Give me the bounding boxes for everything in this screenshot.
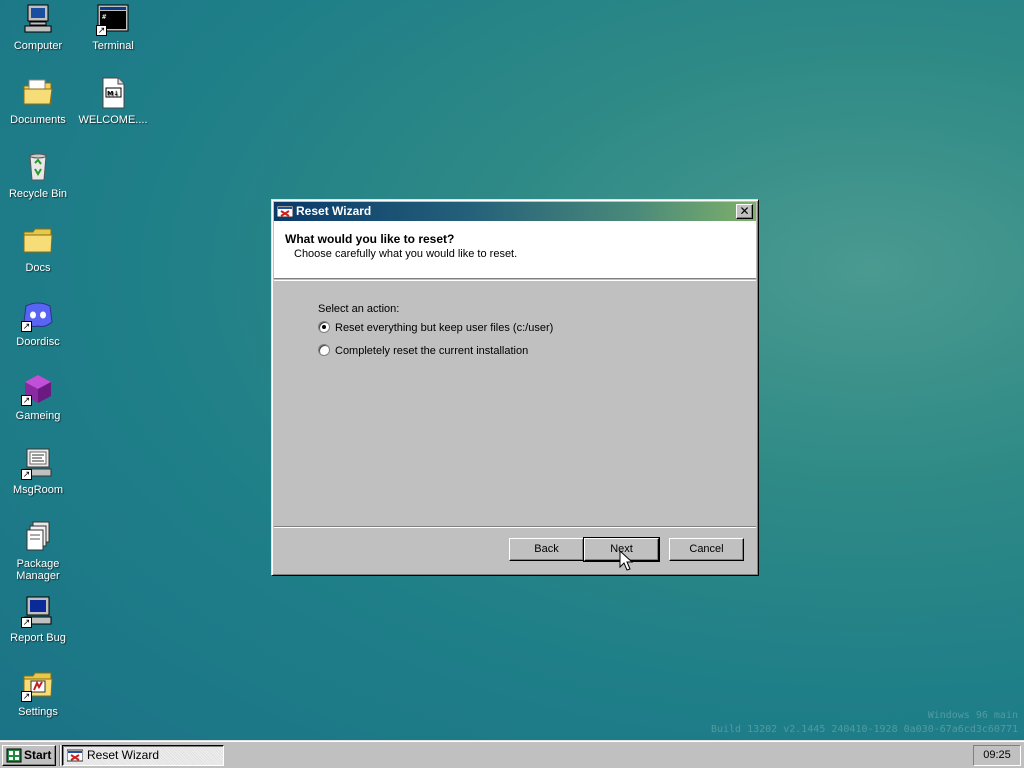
taskbar-item-label: Reset Wizard [87,748,160,762]
radio-option-label: Completely reset the current installatio… [335,345,529,357]
next-button[interactable]: Next [583,537,660,562]
wizard-header: What would you like to reset? Choose car… [274,221,756,279]
desktop-icon-label: Recycle Bin [8,188,68,200]
computer-icon [21,2,55,36]
radio-button[interactable] [318,344,330,357]
desktop-icon-label: Settings [18,706,58,718]
svg-text:M↓: M↓ [107,90,119,98]
desktop-icon-label: WELCOME.... [78,114,148,126]
shortcut-arrow-icon: ↗ [21,469,32,480]
desktop-icon-msgroom[interactable]: ↗ MsgRoom [0,446,76,496]
shortcut-arrow-icon: ↗ [96,25,107,36]
desktop-icon-welcome[interactable]: M↓ WELCOME.... [75,76,151,126]
back-button[interactable]: Back [509,538,584,561]
build-watermark: Build 13202 v2.1445 240410-1928 0a030-67… [710,724,1018,735]
dialog-titlebar[interactable]: Reset Wizard ✕ [274,202,756,221]
settings-icon: ↗ [21,668,55,702]
package-manager-icon [21,520,55,554]
shortcut-arrow-icon: ↗ [21,617,32,628]
reset-wizard-app-icon [277,205,293,218]
desktop-icon-package-manager[interactable]: Package Manager [0,520,76,582]
action-label: Select an action: [318,303,400,315]
msgroom-icon: ↗ [21,446,55,480]
taskbar: Start Reset Wizard 09:25 [0,740,1024,768]
radio-option-keep-user-files[interactable]: Reset everything but keep user files (c:… [318,321,553,335]
desktop-icon-documents[interactable]: Documents [0,76,76,126]
markdown-file-icon: M↓ [96,76,130,110]
desktop-icon-label: Doordisc [16,336,60,348]
dialog-title: Reset Wizard [296,204,372,218]
wizard-heading: What would you like to reset? [285,232,455,246]
folder-icon [21,224,55,258]
system-tray-clock[interactable]: 09:25 [973,745,1021,766]
radio-option-full-reset[interactable]: Completely reset the current installatio… [318,344,528,358]
footer-divider [274,526,756,528]
terminal-icon: # ↗ [96,2,130,36]
shortcut-arrow-icon: ↗ [21,691,32,702]
start-button[interactable]: Start [2,745,56,766]
documents-folder-icon [21,76,55,110]
wizard-body: Select an action: Reset everything but k… [274,281,756,526]
reset-wizard-dialog: Reset Wizard ✕ What would you like to re… [271,199,759,576]
desktop-icon-settings[interactable]: ↗ Settings [0,668,76,718]
start-logo-icon [6,748,22,763]
desktop-icon-docs[interactable]: Docs [0,224,76,274]
desktop-icon-doordisc[interactable]: ↗ Doordisc [0,298,76,348]
radio-option-label: Reset everything but keep user files (c:… [335,322,554,334]
desktop-icon-label: Terminal [92,40,134,52]
wizard-subheading: Choose carefully what you would like to … [294,248,518,260]
reset-wizard-app-icon [67,749,83,762]
desktop-icon-label: MsgRoom [12,484,64,496]
desktop-icon-label: Gameing [15,410,61,422]
desktop-icon-report-bug[interactable]: ↗ Report Bug [0,594,76,644]
taskbar-item-reset-wizard[interactable]: Reset Wizard [62,745,224,766]
taskbar-separator [59,745,61,766]
desktop-icon-computer[interactable]: Computer [0,2,76,52]
desktop-icon-label: Documents [10,114,66,126]
shortcut-arrow-icon: ↗ [21,321,32,332]
desktop-icon-label: Computer [13,40,63,52]
desktop-icon-gameing[interactable]: ↗ Gameing [0,372,76,422]
start-label: Start [24,748,52,762]
gaming-cube-icon: ↗ [21,372,55,406]
desktop-icon-label: Package Manager [16,558,60,582]
close-icon: ✕ [739,204,750,218]
radio-button-selected[interactable] [318,321,330,334]
close-button[interactable]: ✕ [736,204,753,219]
shortcut-arrow-icon: ↗ [21,395,32,406]
doordisc-icon: ↗ [21,298,55,332]
desktop-icon-recycle-bin[interactable]: Recycle Bin [0,150,76,200]
cancel-button[interactable]: Cancel [669,538,744,561]
desktop-icon-label: Report Bug [10,632,66,644]
report-bug-icon: ↗ [21,594,55,628]
recycle-bin-icon [21,150,55,184]
desktop-icon-label: Docs [25,262,51,274]
os-watermark: Windows 96 main [927,710,1018,721]
desktop-icon-terminal[interactable]: # ↗ Terminal [75,2,151,52]
